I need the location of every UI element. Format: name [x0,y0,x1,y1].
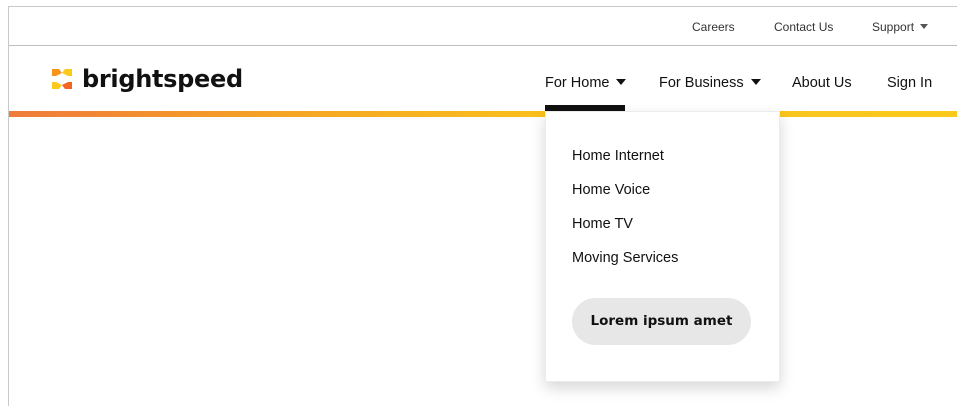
browser-viewport: Careers Contact Us Support brightspeed F… [8,6,957,406]
main-navigation: brightspeed For Home For Business About … [9,46,957,112]
dropdown-item-home-voice[interactable]: Home Voice [572,181,650,199]
nav-about-us[interactable]: About Us [792,74,852,92]
nav-sign-in[interactable]: Sign In [887,74,932,92]
dropdown-item-home-internet[interactable]: Home Internet [572,147,664,165]
support-menu[interactable]: Support [872,20,929,34]
contact-us-link[interactable]: Contact Us [774,20,833,34]
for-home-dropdown: Home Internet Home Voice Home TV Moving … [545,111,780,382]
brand-name: brightspeed [82,65,243,93]
support-label: Support [872,20,915,34]
dropdown-item-home-tv[interactable]: Home TV [572,215,633,233]
nav-for-home[interactable]: For Home [545,74,627,92]
nav-for-business[interactable]: For Business [659,74,761,92]
dropdown-cta-button[interactable]: Lorem ipsum amet [572,298,751,345]
chevron-down-icon [920,24,929,30]
brightspeed-logo-icon [52,69,72,89]
nav-for-home-label: For Home [545,75,610,91]
brand-gradient-stripe [9,111,957,117]
chevron-down-icon [616,79,627,86]
careers-link[interactable]: Careers [692,20,735,34]
dropdown-item-moving-services[interactable]: Moving Services [572,249,678,267]
chevron-down-icon [750,79,761,86]
utility-bar: Careers Contact Us Support [9,7,957,46]
nav-for-business-label: For Business [659,75,744,91]
brightspeed-logo[interactable]: brightspeed [50,64,243,94]
